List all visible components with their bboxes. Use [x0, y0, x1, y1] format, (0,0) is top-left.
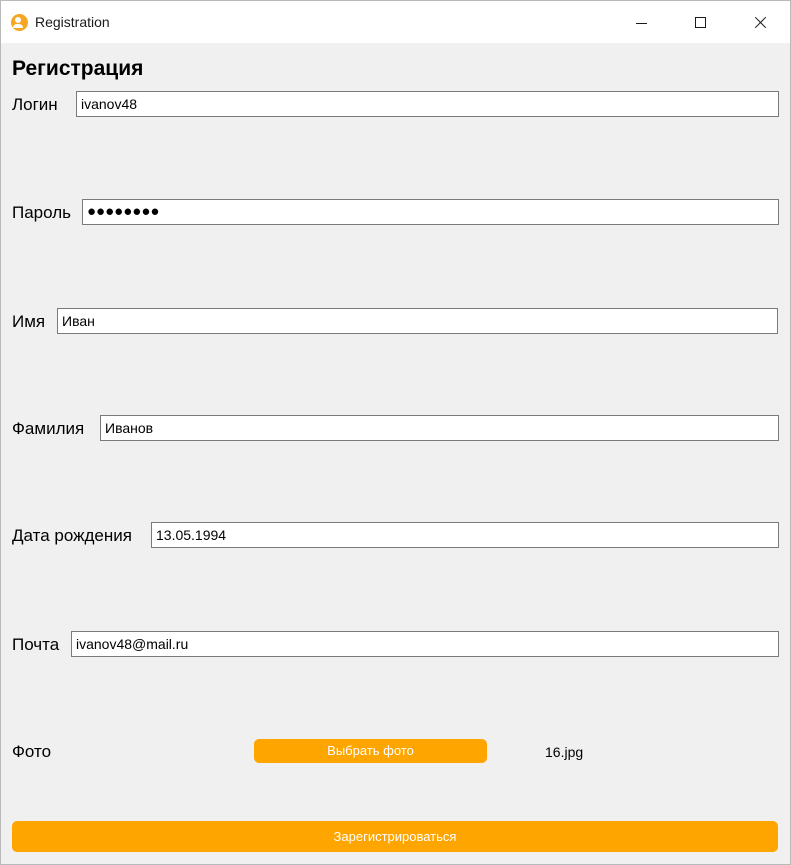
- minimize-button[interactable]: [613, 1, 671, 43]
- register-button[interactable]: Зарегистрироваться: [12, 821, 778, 852]
- first-name-input[interactable]: Иван: [57, 308, 778, 334]
- photo-file-name: 16.jpg: [545, 744, 584, 760]
- first-name-label: Имя: [12, 312, 46, 331]
- registration-window: Registration Регистрация Логин ivanov48 …: [0, 0, 791, 865]
- window-title: Registration: [35, 14, 110, 30]
- maximize-icon: [695, 17, 706, 28]
- minimize-icon: [636, 23, 647, 24]
- title-bar[interactable]: Registration: [1, 1, 790, 43]
- birth-date-input[interactable]: 13.05.1994: [151, 522, 779, 548]
- password-label: Пароль: [12, 203, 71, 222]
- user-icon: [11, 14, 28, 31]
- close-icon: [753, 16, 767, 30]
- close-button[interactable]: [731, 1, 789, 43]
- page-title: Регистрация: [12, 57, 144, 80]
- last-name-input[interactable]: Иванов: [100, 415, 779, 441]
- password-input[interactable]: ●●●●●●●●: [82, 199, 779, 225]
- login-label: Логин: [12, 95, 58, 114]
- email-input[interactable]: ivanov48@mail.ru: [71, 631, 779, 657]
- photo-label: Фото: [12, 742, 52, 761]
- birth-date-label: Дата рождения: [12, 526, 132, 545]
- maximize-button[interactable]: [671, 1, 729, 43]
- choose-photo-button[interactable]: Выбрать фото: [254, 739, 487, 763]
- login-input[interactable]: ivanov48: [76, 91, 779, 117]
- last-name-label: Фамилия: [12, 419, 85, 438]
- email-label: Почта: [12, 635, 60, 654]
